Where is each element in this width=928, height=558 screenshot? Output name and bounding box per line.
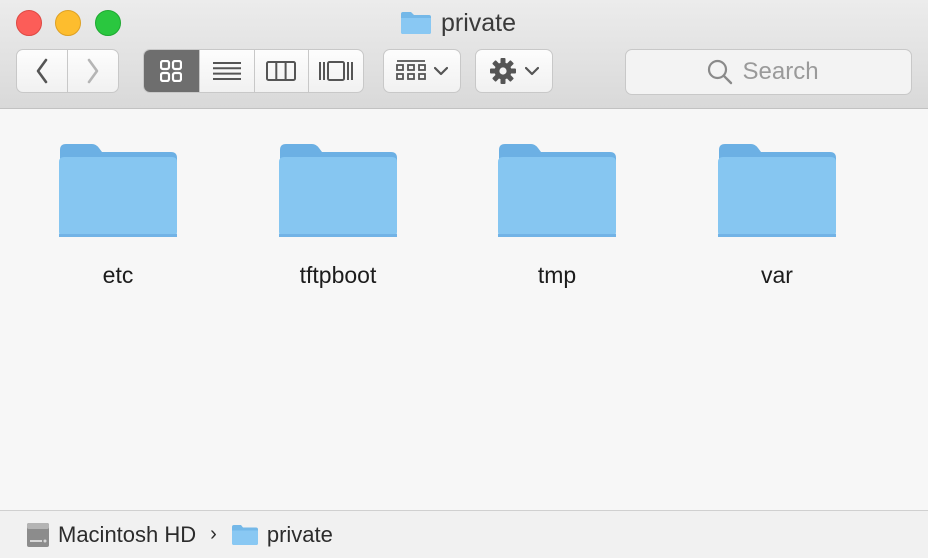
folder-icon — [401, 12, 431, 34]
folder-label: etc — [102, 262, 134, 288]
breadcrumb-macintosh-hd[interactable]: Macintosh HD — [58, 522, 196, 548]
arrange-button[interactable] — [383, 49, 461, 93]
folder-label: tftpboot — [299, 262, 377, 288]
folder-icon — [718, 144, 836, 237]
grid-icon — [160, 60, 183, 82]
search-input[interactable] — [742, 58, 831, 86]
folder-icon — [59, 144, 177, 237]
toolbar: private — [0, 0, 928, 109]
view-mode-control — [143, 49, 364, 93]
gallery-icon — [319, 61, 354, 81]
folder-label: tmp — [537, 262, 577, 288]
navigation-group — [16, 49, 119, 93]
list-view-button[interactable] — [198, 50, 254, 92]
chevron-left-icon — [36, 58, 48, 84]
breadcrumb-separator-icon: › — [210, 523, 217, 545]
list-icon — [212, 62, 241, 80]
folder-item-etc[interactable]: etc — [38, 142, 198, 302]
arrange-grid-icon — [396, 60, 426, 80]
gear-icon — [490, 58, 516, 84]
folder-label: var — [761, 262, 793, 288]
folder-item-tmp[interactable]: tmp — [477, 142, 637, 302]
minimize-button[interactable] — [55, 10, 81, 36]
close-button[interactable] — [16, 10, 42, 36]
forward-button[interactable] — [67, 50, 118, 92]
column-view-button[interactable] — [253, 50, 309, 92]
window-title-text: private — [441, 8, 517, 37]
search-field[interactable] — [625, 49, 912, 95]
gallery-view-button[interactable] — [308, 50, 363, 92]
back-button[interactable] — [17, 50, 67, 92]
folder-icon — [279, 144, 397, 237]
chevron-right-icon — [87, 58, 99, 84]
path-bar: Macintosh HD › private — [0, 510, 928, 558]
window-title: private — [400, 8, 516, 38]
icon-view-button[interactable] — [144, 50, 199, 92]
columns-icon — [266, 61, 297, 81]
file-browser-area: etc tftpboot tmp var — [0, 109, 928, 510]
finder-window: private Search etc tftpboot tmp var Maci… — [0, 0, 928, 558]
folder-item-var[interactable]: var — [697, 142, 857, 302]
folder-item-tftpboot[interactable]: tftpboot — [258, 142, 418, 302]
folder-icon — [498, 144, 616, 237]
chevron-down-icon — [525, 66, 539, 76]
search-icon — [707, 59, 732, 85]
chevron-down-icon — [434, 66, 448, 76]
zoom-button[interactable] — [95, 10, 121, 36]
folder-icon[interactable] — [231, 524, 259, 546]
breadcrumb-private[interactable]: private — [267, 522, 333, 548]
hard-drive-icon[interactable] — [26, 522, 50, 548]
action-button[interactable] — [475, 49, 553, 93]
